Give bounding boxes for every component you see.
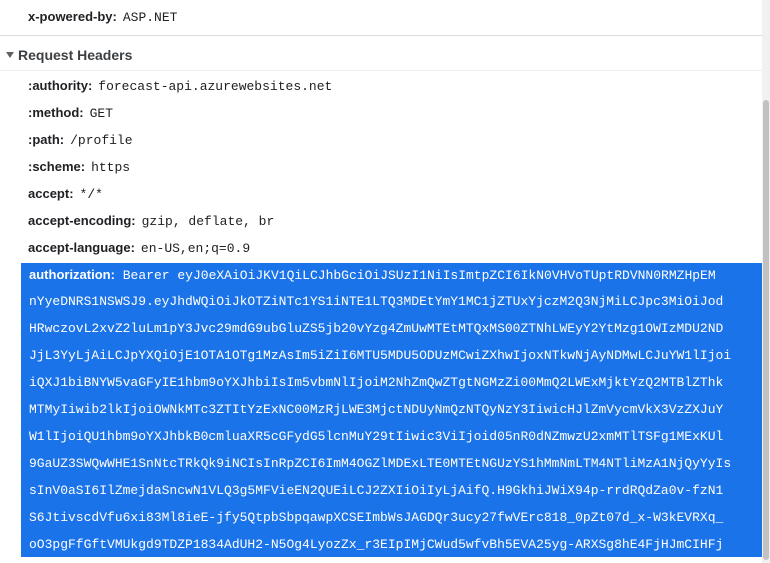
scrollbar-thumb[interactable] [763,100,769,560]
header-name: authorization: [29,267,115,282]
request-headers-section-toggle[interactable]: Request Headers [0,37,770,71]
request-header-row-accept: accept: */* [28,186,103,202]
header-value: Bearer eyJ0eXAiOiJKV1QiLCJhbGciOiJSUzI1N… [122,268,716,283]
request-header-row-accept-encoding: accept-encoding: gzip, deflate, br [28,213,274,229]
token-line: JjL3YyLjAiLCJpYXQiOjE1OTA1OTg1MzAsIm5iZi… [29,348,732,363]
vertical-scrollbar[interactable] [762,0,770,563]
header-name: accept-language: [28,240,135,255]
header-name: x-powered-by: [28,9,117,24]
token-line: 9GaUZ3SWQwWHE1SnNtcTRkQk9iNCIsInRpZCI6Im… [29,456,732,471]
panel-bottom-edge [0,557,762,563]
authorization-line: authorization: Bearer eyJ0eXAiOiJKV1QiLC… [29,267,716,283]
header-name: accept-encoding: [28,213,136,228]
response-header-row-x-powered-by: x-powered-by: ASP.NET [0,0,770,36]
header-value: forecast-api.azurewebsites.net [98,79,333,94]
header-name: :path: [28,132,65,147]
triangle-down-icon [6,52,14,58]
header-value: */* [79,187,103,202]
header-value: https [91,160,131,175]
header-value: en-US,en;q=0.9 [140,241,251,256]
header-row: x-powered-by: ASP.NET [28,9,177,25]
token-line: MTMyIiwib2lkIjoiOWNkMTc3ZTItYzExNC00MzRj… [29,402,724,417]
section-title: Request Headers [18,47,133,63]
header-name: :method: [28,105,84,120]
request-header-row-scheme: :scheme: https [28,159,130,175]
header-name: accept: [28,186,74,201]
request-header-row-authority: :authority: forecast-api.azurewebsites.ne… [28,78,332,94]
header-name: :scheme: [28,159,86,174]
header-value: gzip, deflate, br [141,214,275,229]
request-header-row-accept-language: accept-language: en-US,en;q=0.9 [28,240,250,256]
header-name: :authority: [28,78,93,93]
token-line: HRwczovL2xvZ2luLm1pY3Jvc29mdG9ubGluZS5jb… [29,321,724,336]
token-line: nYyeDNRS1NSWSJ9.eyJhdWQiOiJkOTZiNTc1YS1i… [29,294,724,309]
header-value: /profile [70,133,133,148]
token-line: sInV0aSI6IlZmejdaSncwN1VLQ3g5MFVieEN2QUE… [29,483,724,498]
token-line: W1lIjoiQU1hbm9oYXJhbkB0cmluaXR5cGFydG5lc… [29,429,724,444]
token-line: iQXJ1biBNYW5vaGFyIE1hbm9oYXJhbiIsIm5vbmN… [29,375,724,390]
token-line: S6JtivscdVfu6xi83Ml8ieE-jfy5QtpbSbpqawpX… [29,510,724,525]
header-value: ASP.NET [122,10,178,25]
request-header-row-path: :path: /profile [28,132,133,148]
request-header-row-method: :method: GET [28,105,113,121]
header-value: GET [89,106,114,121]
token-line: oO3pgFfGftVMUkgd9TDZP1834AdUH2-N5Og4Lyoz… [29,537,724,552]
request-header-row-authorization-selected[interactable]: authorization: Bearer eyJ0eXAiOiJKV1QiLC… [21,263,765,557]
